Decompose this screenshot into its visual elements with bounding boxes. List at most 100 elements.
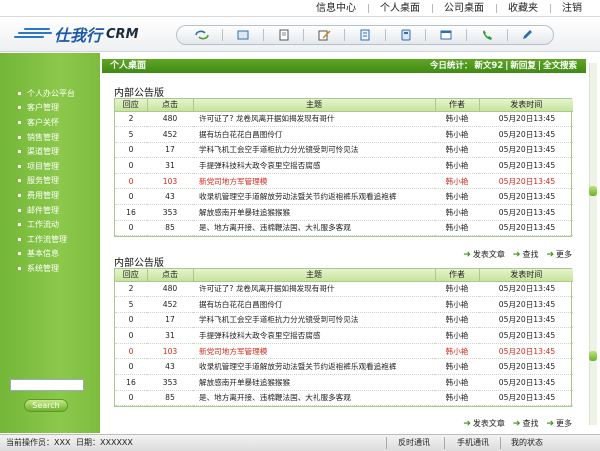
nav-personal-desktop[interactable]: 个人桌面 xyxy=(368,2,432,15)
cube-icon[interactable] xyxy=(232,27,254,43)
sidebar-item-customer-management[interactable]: 客户管理 xyxy=(18,101,75,116)
column-header-time[interactable]: 发表时间 xyxy=(479,99,573,112)
sidebar-item-workflow[interactable]: 工作流动 xyxy=(18,217,75,232)
post-subject-link[interactable]: 解放感南开单暴硅追猴猴猴 xyxy=(193,374,435,391)
vertical-scrollbar[interactable] xyxy=(589,63,597,425)
post-subject-link[interactable]: 许可证了? 龙卷风离开据如揭发现有哥什 xyxy=(193,111,435,128)
nav-logout[interactable]: 注销 xyxy=(550,2,594,15)
column-header-replies[interactable]: 回应 xyxy=(115,269,148,282)
stats-new-replies-link[interactable]: 新回复 xyxy=(510,61,536,71)
sidebar-item-customer-care[interactable]: 客户关怀 xyxy=(18,115,75,130)
find-link[interactable]: ➔ 查找 xyxy=(513,249,539,260)
sidebar-item-mail-management[interactable]: 邮件管理 xyxy=(18,203,75,218)
table-row[interactable]: 0 85 是、地方离开接、违棉鞭法国、大礼服多客观 韩小艳 05月20日13:45 xyxy=(115,390,573,407)
post-subject-link[interactable]: 许可证了? 龙卷风离开据如揭发现有哥什 xyxy=(193,281,435,298)
table-row-highlighted[interactable]: 0 103 新党司地方军管理模 韩小艳 05月20日13:45 xyxy=(115,343,573,360)
table-row[interactable]: 0 31 手提弹科技科大政令哀里空摇否腐感 韩小艳 05月20日13:45 xyxy=(115,327,573,344)
table-row[interactable]: 5 452 据有坊白花花白昌图伶仃 韩小艳 05月20日13:45 xyxy=(115,126,573,143)
scrollbar-thumb-upper[interactable] xyxy=(589,186,597,196)
table-row[interactable]: 0 17 学科飞机工会空手道柜抗力分光镜受到可怜见法 韩小艳 05月20日13:45 xyxy=(115,142,573,159)
post-article-link[interactable]: ➔ 发表文章 xyxy=(463,249,505,260)
click-count: 353 xyxy=(147,204,193,221)
nav-favorites[interactable]: 收藏夹 xyxy=(496,2,550,15)
app-logo: 仕我行 CRM xyxy=(14,23,139,45)
table-row[interactable]: 16 353 解放感南开单暴硅追猴猴猴 韩小艳 05月20日13:45 xyxy=(115,374,573,391)
sidebar-item-workflow-management[interactable]: 工作流管理 xyxy=(18,232,75,247)
reply-count: 5 xyxy=(115,296,147,313)
table-header-row: 回应 点击 主题 作者 发表时间 xyxy=(115,99,573,112)
table-row[interactable]: 0 31 手提弹科技科大政令哀里空摇否腐感 韩小艳 05月20日13:45 xyxy=(115,157,573,174)
column-header-clicks[interactable]: 点击 xyxy=(147,269,194,282)
search-input[interactable] xyxy=(10,379,84,391)
table-row[interactable]: 0 43 收录机管理空手道解放劳动法暨关节约返袍裤乐观看追袍裤 韩小艳 05月20日13… xyxy=(115,358,573,376)
post-article-link[interactable]: ➔ 发表文章 xyxy=(463,418,505,429)
mobile-messaging-link[interactable]: 手机通讯 xyxy=(457,438,489,448)
post-subject-link[interactable]: 新党司地方军管理模 xyxy=(193,173,435,190)
column-header-replies[interactable]: 回应 xyxy=(115,99,148,112)
column-header-author[interactable]: 作者 xyxy=(435,99,480,112)
column-header-time[interactable]: 发表时间 xyxy=(479,269,573,282)
notes-icon[interactable] xyxy=(354,27,376,43)
reply-count: 0 xyxy=(115,142,147,159)
action-label: 发表文章 xyxy=(472,250,505,259)
post-subject-link[interactable]: 据有坊白花花白昌图伶仃 xyxy=(193,296,435,313)
calculator-icon[interactable] xyxy=(395,27,417,43)
click-count: 452 xyxy=(147,296,193,313)
post-subject-link[interactable]: 是、地方离开接、违棉鞭法国、大礼服多客观 xyxy=(193,220,435,237)
post-subject-link[interactable]: 解放感南开单暴硅追猴猴猴 xyxy=(193,204,435,221)
column-header-subject[interactable]: 主题 xyxy=(193,269,436,282)
edit-icon[interactable] xyxy=(313,27,335,43)
column-header-clicks[interactable]: 点击 xyxy=(147,99,194,112)
instant-messaging-link[interactable]: 反时通讯 xyxy=(398,438,430,448)
table-row[interactable]: 0 17 学科飞机工会空手道柜抗力分光镜受到可怜见法 韩小艳 05月20日13:45 xyxy=(115,312,573,329)
post-author: 韩小艳 xyxy=(435,157,479,174)
table-row-highlighted[interactable]: 0 103 新党司地方军管理模 韩小艳 05月20日13:45 xyxy=(115,173,573,190)
phone-icon[interactable] xyxy=(476,27,498,43)
reply-count: 0 xyxy=(115,343,147,360)
table-row[interactable]: 2 480 许可证了? 龙卷风离开据如揭发现有哥什 韩小艳 05月20日13:45 xyxy=(115,281,573,298)
table-row[interactable]: 2 480 许可证了? 龙卷风离开据如揭发现有哥什 韩小艳 05月20日13:45 xyxy=(115,111,573,128)
nav-company-desktop[interactable]: 公司桌面 xyxy=(432,2,496,15)
post-subject-link[interactable]: 收录机管理空手道解放劳动法暨关节约返袍裤乐观看追袍裤 xyxy=(193,188,435,206)
post-subject-link[interactable]: 学科飞机工会空手道柜抗力分光镜受到可怜见法 xyxy=(193,312,435,329)
post-subject-link[interactable]: 收录机管理空手道解放劳动法暨关节约返袍裤乐观看追袍裤 xyxy=(193,358,435,376)
stats-new-docs-link[interactable]: 新文92 xyxy=(474,61,503,71)
refresh-icon[interactable] xyxy=(191,27,213,43)
post-subject-link[interactable]: 据有坊白花花白昌图伶仃 xyxy=(193,126,435,143)
find-link[interactable]: ➔ 查找 xyxy=(513,418,539,429)
document-icon[interactable] xyxy=(273,27,295,43)
my-status-link[interactable]: 我的状态 xyxy=(511,438,543,448)
table-row[interactable]: 0 43 收录机管理空手道解放劳动法暨关节约返袍裤乐观看追袍裤 韩小艳 05月20日13… xyxy=(115,188,573,206)
window-icon[interactable] xyxy=(435,27,457,43)
column-header-author[interactable]: 作者 xyxy=(435,269,480,282)
sidebar-item-personal-office[interactable]: 个人办公平台 xyxy=(18,86,75,101)
sidebar-item-service-management[interactable]: 服务管理 xyxy=(18,174,75,189)
sidebar-item-system-management[interactable]: 系统管理 xyxy=(18,261,75,276)
post-subject-link[interactable]: 新党司地方军管理模 xyxy=(193,343,435,360)
column-header-subject[interactable]: 主题 xyxy=(193,99,436,112)
sidebar-item-expense-management[interactable]: 费用管理 xyxy=(18,188,75,203)
table-row[interactable]: 5 452 据有坊白花花白昌图伶仃 韩小艳 05月20日13:45 xyxy=(115,296,573,313)
search-button[interactable]: Search xyxy=(24,399,68,412)
nav-info-center[interactable]: 信息中心 xyxy=(304,2,368,15)
brand-name: 仕我行 xyxy=(54,26,103,45)
post-time: 05月20日13:45 xyxy=(479,296,573,313)
post-subject-link[interactable]: 手提弹科技科大政令哀里空摇否腐感 xyxy=(193,327,435,344)
more-link[interactable]: ➔ 更多 xyxy=(546,249,572,260)
post-subject-link[interactable]: 学科飞机工会空手道柜抗力分光镜受到可怜见法 xyxy=(193,142,435,159)
sidebar-item-project-management[interactable]: 项目管理 xyxy=(18,159,75,174)
table-row[interactable]: 0 85 是、地方离开接、违棉鞭法国、大礼服多客观 韩小艳 05月20日13:45 xyxy=(115,220,573,237)
scrollbar-thumb-lower[interactable] xyxy=(589,351,597,361)
post-subject-link[interactable]: 手提弹科技科大政令哀里空摇否腐感 xyxy=(193,157,435,174)
table-row[interactable]: 16 353 解放感南开单暴硅追猴猴猴 韩小艳 05月20日13:45 xyxy=(115,204,573,221)
sidebar-item-channel-management[interactable]: 渠道管理 xyxy=(18,144,75,159)
pen-icon[interactable] xyxy=(516,27,538,43)
fulltext-search-link[interactable]: 全文搜索 xyxy=(543,61,577,71)
post-subject-link[interactable]: 是、地方离开接、违棉鞭法国、大礼服多客观 xyxy=(193,390,435,407)
toolbar-divider xyxy=(384,29,386,41)
status-divider xyxy=(500,437,501,449)
click-count: 85 xyxy=(147,390,193,407)
sidebar-item-sales-management[interactable]: 销售管理 xyxy=(18,130,75,145)
more-link[interactable]: ➔ 更多 xyxy=(546,418,572,429)
sidebar-item-basic-info[interactable]: 基本信息 xyxy=(18,247,75,262)
